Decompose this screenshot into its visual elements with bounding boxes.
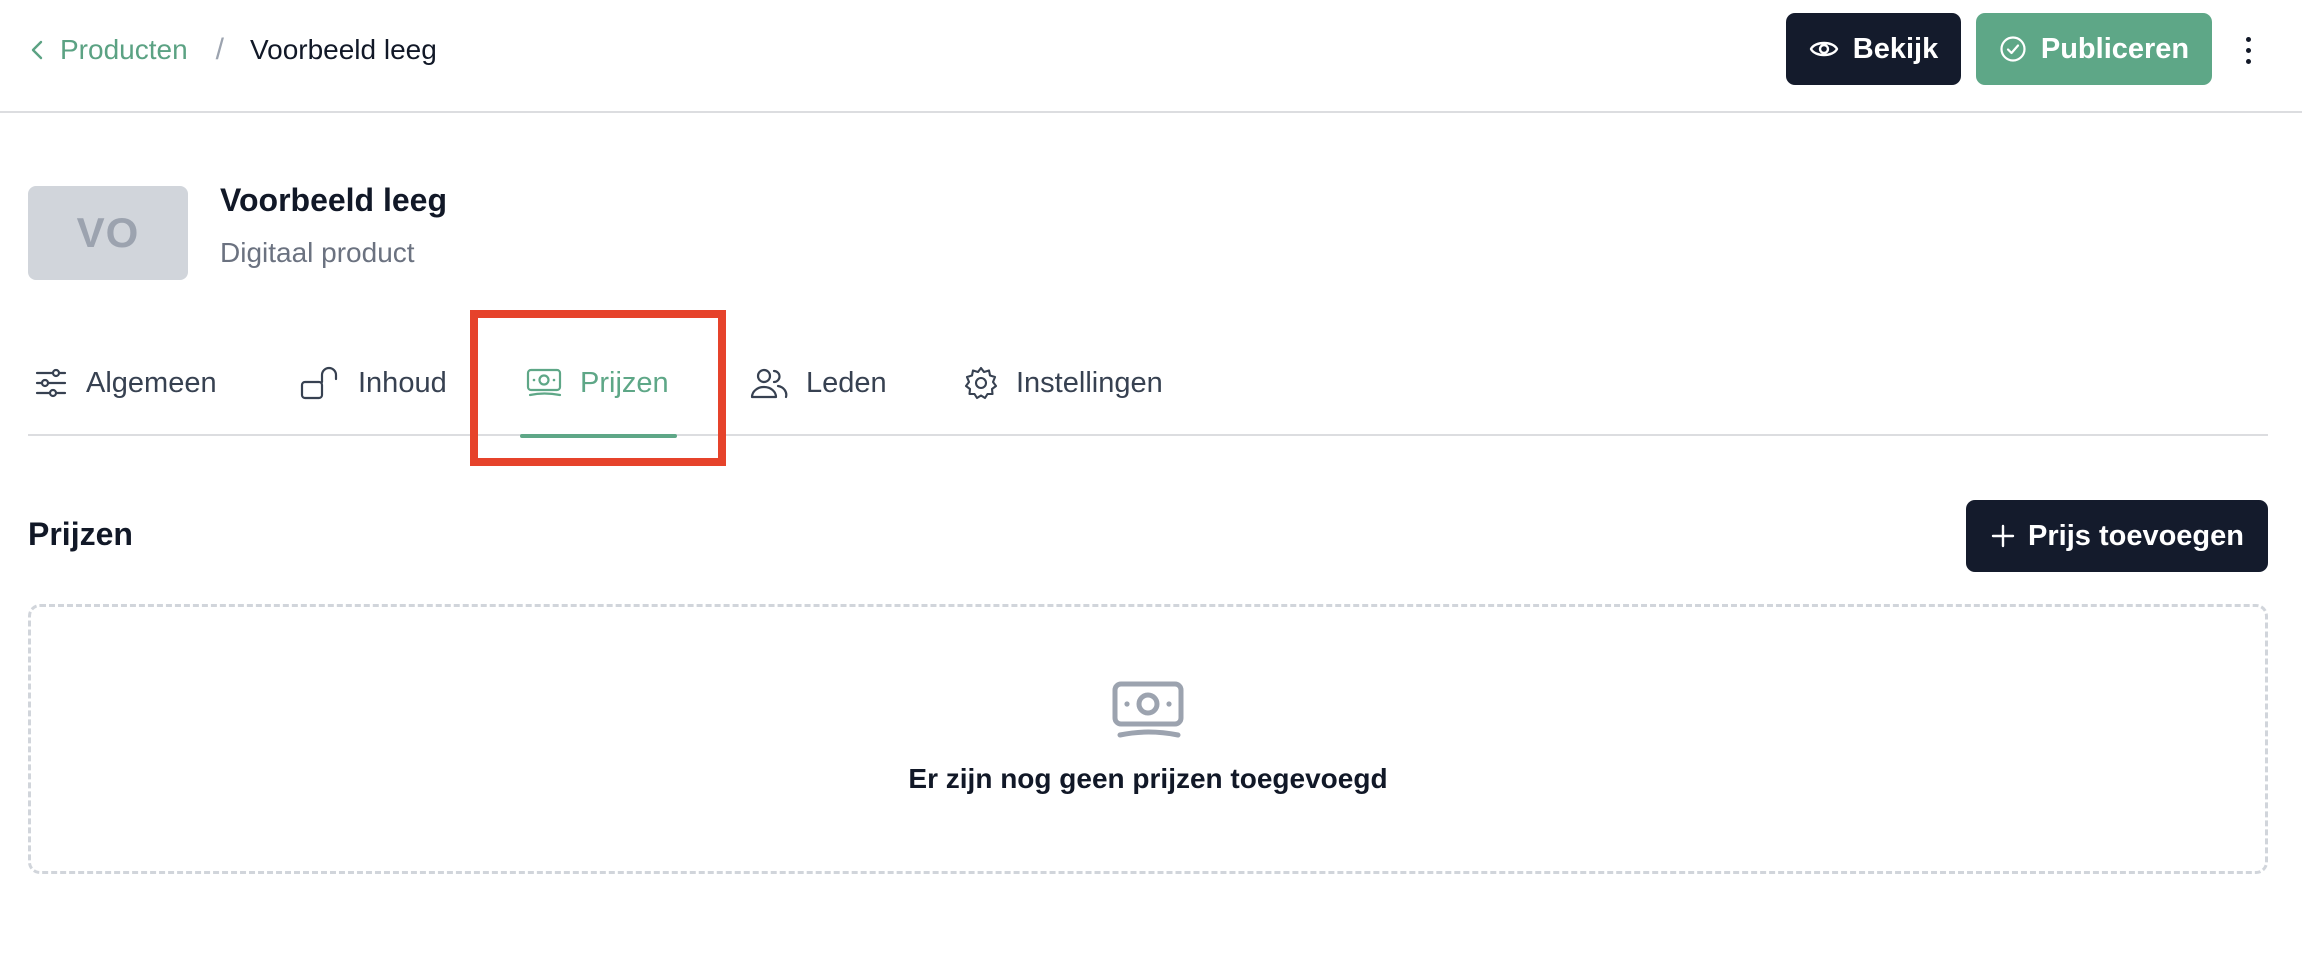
product-title: Voorbeeld leeg bbox=[220, 182, 448, 218]
empty-state-message: Er zijn nog geen prijzen toegevoegd bbox=[908, 763, 1388, 794]
tab-label: Inhoud bbox=[358, 366, 447, 399]
publish-button[interactable]: Publiceren bbox=[1976, 13, 2212, 85]
tab-label: Algemeen bbox=[86, 366, 217, 399]
tab-label: Leden bbox=[806, 366, 887, 399]
kebab-dot bbox=[2245, 36, 2251, 42]
tab-bar: Algemeen Inhoud Prijzen Leden Instelling… bbox=[28, 330, 2268, 438]
banknote-icon bbox=[1112, 681, 1184, 738]
banknote-icon bbox=[526, 368, 562, 397]
section-title: Prijzen bbox=[28, 516, 133, 552]
plus-icon bbox=[1991, 524, 2015, 548]
sliders-icon bbox=[35, 368, 67, 398]
users-icon bbox=[750, 368, 788, 399]
breadcrumb-current: Voorbeeld leeg bbox=[249, 34, 437, 65]
tab-inhoud[interactable]: Inhoud bbox=[300, 330, 447, 436]
kebab-dot bbox=[2245, 58, 2251, 64]
eye-icon bbox=[1809, 41, 1838, 57]
top-bar: Producten / Voorbeeld leeg Bekijk Public… bbox=[0, 0, 2302, 113]
view-button-label: Bekijk bbox=[1852, 32, 1939, 65]
tab-leden[interactable]: Leden bbox=[750, 330, 887, 436]
check-circle-icon bbox=[2000, 36, 2026, 62]
kebab-dot bbox=[2245, 47, 2251, 53]
tab-instellingen[interactable]: Instellingen bbox=[964, 330, 1163, 436]
gear-icon bbox=[964, 366, 998, 400]
tab-prijzen[interactable]: Prijzen bbox=[520, 330, 677, 438]
empty-state: Er zijn nog geen prijzen toegevoegd bbox=[28, 604, 2268, 874]
more-options-icon[interactable] bbox=[2236, 28, 2260, 72]
breadcrumb-back-label: Producten bbox=[60, 34, 188, 65]
breadcrumb-back-link[interactable]: Producten bbox=[30, 34, 188, 66]
chevron-left-icon bbox=[31, 40, 43, 60]
view-button[interactable]: Bekijk bbox=[1786, 13, 1961, 85]
product-avatar: VO bbox=[28, 186, 188, 280]
add-price-label: Prijs toevoegen bbox=[2028, 519, 2244, 552]
breadcrumb-separator: / bbox=[215, 33, 224, 66]
tab-algemeen[interactable]: Algemeen bbox=[34, 330, 217, 436]
tab-label: Prijzen bbox=[580, 366, 669, 399]
breadcrumb: Producten / Voorbeeld leeg bbox=[30, 28, 437, 72]
unlock-icon bbox=[300, 366, 338, 400]
tab-label: Instellingen bbox=[1016, 366, 1163, 399]
publish-button-label: Publiceren bbox=[2040, 32, 2190, 65]
product-subtitle: Digitaal product bbox=[220, 237, 415, 268]
add-price-button[interactable]: Prijs toevoegen bbox=[1966, 500, 2268, 572]
